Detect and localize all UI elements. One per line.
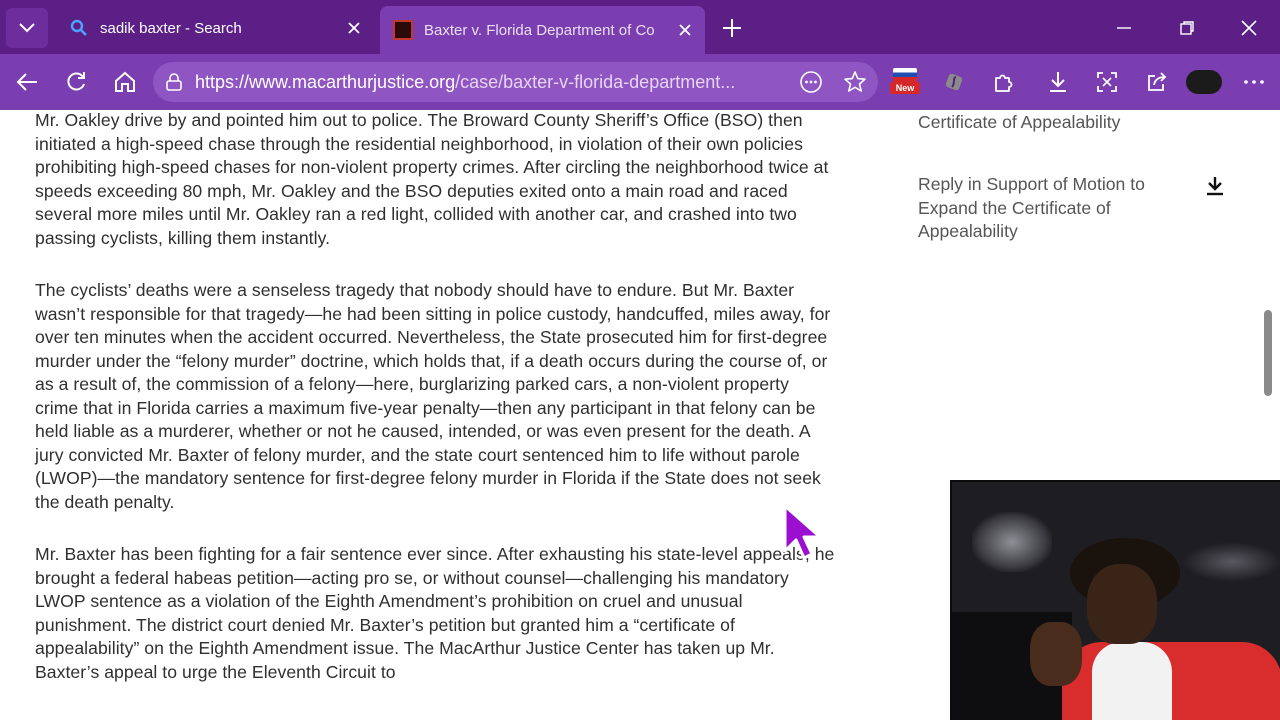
- article-paragraph: The cyclists’ deaths were a senseless tr…: [35, 280, 831, 512]
- extensions-button[interactable]: [985, 64, 1021, 100]
- restore-button[interactable]: [1167, 10, 1207, 46]
- flag-icon: [893, 68, 917, 82]
- profile-avatar[interactable]: [1186, 70, 1222, 94]
- share-icon: [1148, 72, 1167, 91]
- share-button[interactable]: [1139, 64, 1175, 100]
- document-item[interactable]: Reply in Support of Motion to Expand the…: [918, 173, 1238, 244]
- close-window-button[interactable]: [1229, 10, 1269, 46]
- puzzle-icon: [995, 74, 1013, 92]
- refresh-button[interactable]: [58, 64, 94, 100]
- screenshot-button[interactable]: [1089, 64, 1125, 100]
- arrow-left-icon: [16, 73, 37, 91]
- search-icon: [68, 17, 90, 39]
- webcam-overlay: [950, 480, 1280, 720]
- mouse-cursor-icon: [783, 504, 822, 560]
- lock-icon[interactable]: [165, 73, 183, 91]
- download-icon: [1050, 72, 1066, 92]
- tab-bar: sadik baxter - Search Baxter v. Florida …: [0, 0, 1280, 54]
- close-icon: [1241, 20, 1257, 36]
- plus-icon: [723, 19, 741, 37]
- close-icon[interactable]: [671, 16, 699, 44]
- favorite-star-icon[interactable]: [837, 64, 873, 100]
- tab-title: Baxter v. Florida Department of Co: [424, 21, 655, 39]
- document-title[interactable]: Certificate of Appealability: [918, 111, 1178, 135]
- downloads-button[interactable]: [1040, 64, 1076, 100]
- settings-more-button[interactable]: [1236, 64, 1272, 100]
- browser-toolbar: https://www.macarthurjustice.org/case/ba…: [0, 54, 1280, 110]
- tab-title: sadik baxter - Search: [100, 19, 242, 37]
- new-tab-button[interactable]: [716, 12, 748, 44]
- url-text[interactable]: https://www.macarthurjustice.org/case/ba…: [195, 72, 785, 93]
- macarthur-favicon-icon: [392, 19, 414, 41]
- document-title[interactable]: Reply in Support of Motion to Expand the…: [918, 173, 1178, 244]
- minimize-icon: [1117, 27, 1131, 29]
- refresh-icon: [67, 72, 85, 91]
- close-icon[interactable]: [340, 14, 368, 42]
- extension-script-button[interactable]: [936, 64, 972, 100]
- extension-new-button[interactable]: New: [890, 68, 920, 96]
- url-path: /case/baxter-v-florida-department...: [455, 71, 736, 92]
- more-site-info-icon[interactable]: [793, 64, 829, 100]
- home-icon: [115, 71, 135, 92]
- new-badge: New: [890, 82, 920, 94]
- tab-baxter-case[interactable]: Baxter v. Florida Department of Co: [380, 6, 705, 54]
- tab-search[interactable]: sadik baxter - Search: [56, 6, 374, 50]
- url-host: https://www.macarthurjustice.org: [195, 71, 456, 92]
- more-horizontal-icon: [1244, 80, 1264, 84]
- scrollbar-thumb[interactable]: [1264, 310, 1272, 396]
- article-paragraph: Mr. Oakley drive by and pointed him out …: [35, 110, 829, 248]
- screenshot-icon: [1097, 72, 1117, 92]
- address-bar[interactable]: https://www.macarthurjustice.org/case/ba…: [153, 62, 878, 102]
- document-item[interactable]: Certificate of Appealability: [918, 111, 1238, 135]
- restore-icon: [1180, 21, 1194, 35]
- chevron-down-icon: [19, 23, 35, 33]
- back-button[interactable]: [9, 64, 45, 100]
- case-article: Mr. Oakley drive by and pointed him out …: [35, 110, 835, 713]
- script-extension-icon: [945, 73, 963, 91]
- minimize-button[interactable]: [1104, 10, 1144, 46]
- article-paragraph: Mr. Baxter has been fighting for a fair …: [35, 544, 835, 682]
- download-icon[interactable]: [1204, 175, 1226, 197]
- tab-actions-button[interactable]: [6, 8, 48, 48]
- home-button[interactable]: [107, 64, 143, 100]
